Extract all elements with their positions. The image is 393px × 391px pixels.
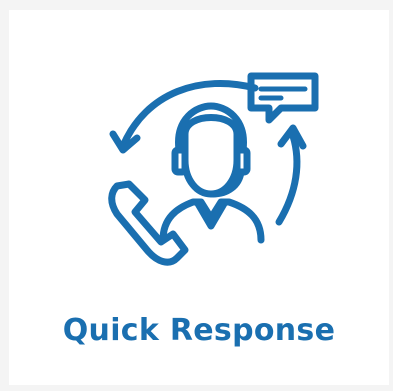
agent-body-icon [159, 198, 265, 244]
agent-head-icon [171, 102, 251, 198]
chat-bubble-icon [247, 72, 319, 124]
arrow-right-icon [275, 132, 301, 226]
card-title: Quick Response [62, 313, 336, 348]
phone-handset-icon [108, 180, 189, 266]
feature-card: Quick Response [9, 10, 389, 385]
customer-support-agent-icon [101, 62, 323, 284]
